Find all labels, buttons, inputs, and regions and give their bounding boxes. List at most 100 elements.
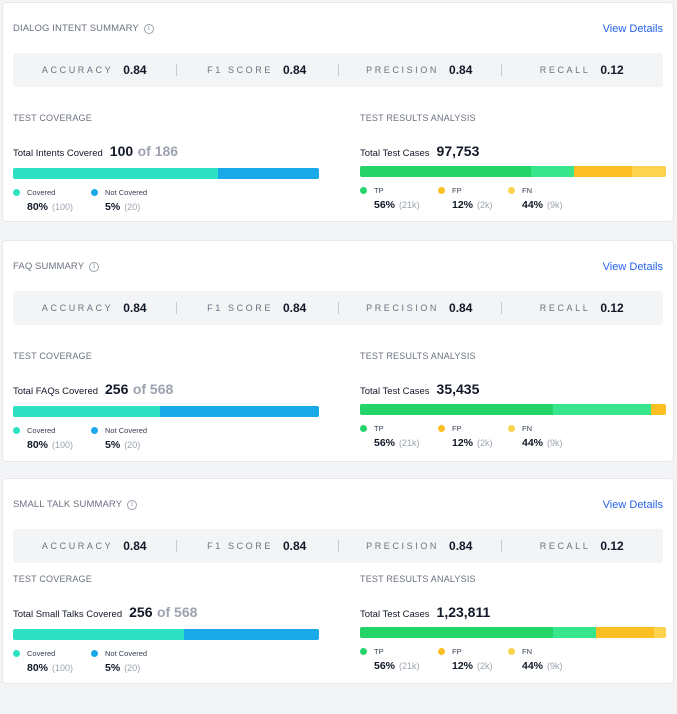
legend-value: 56% xyxy=(374,199,396,211)
legend-count: (9k) xyxy=(547,438,563,448)
legend-item-tp: TP 56% (21k) xyxy=(360,647,438,672)
legend-dot-icon xyxy=(13,427,20,434)
legend-dot-icon xyxy=(360,425,367,432)
metrics-strip: ACCURACY 0.84 F1 SCORE 0.84 PRECISION 0.84 REC… xyxy=(13,291,663,325)
metric-value: 0.84 xyxy=(449,63,473,77)
test-results-title: TEST RESULTS ANALYSIS xyxy=(360,574,476,584)
metric-value: 0.84 xyxy=(282,539,307,553)
legend-dot-icon xyxy=(438,648,445,655)
legend-item-not-covered: Not Covered 5% (20) xyxy=(91,649,181,674)
results-total-value: 97,753 xyxy=(436,143,480,159)
card-title-text: DIALOG INTENT SUMMARY xyxy=(13,23,139,34)
legend-item-tp: TP 56% (21k) xyxy=(360,424,438,449)
legend-value: 56% xyxy=(374,437,396,449)
legend-label: FP xyxy=(452,647,462,656)
metric-value: 0.12 xyxy=(600,63,624,77)
metric-label: ACCURACY xyxy=(41,303,114,313)
legend-item-covered: Covered 80% (100) xyxy=(13,426,91,451)
legend-label: FP xyxy=(452,424,462,433)
info-icon[interactable]: i xyxy=(89,261,100,272)
legend-item-covered: Covered 80% (100) xyxy=(13,188,91,213)
legend-value: 12% xyxy=(452,660,474,672)
test-coverage-title: TEST COVERAGE xyxy=(13,574,92,584)
metric-label: F1 SCORE xyxy=(207,65,273,75)
legend-label: FN xyxy=(522,186,532,195)
metric-recall: RECALL 0.12 xyxy=(501,63,664,77)
view-details-link[interactable]: View Details xyxy=(603,499,663,511)
metric-value: 0.84 xyxy=(282,63,307,77)
info-icon[interactable]: i xyxy=(127,499,138,510)
not-covered-segment xyxy=(159,406,319,417)
test-results-section: TEST RESULTS ANALYSIS Total Test Cases 3… xyxy=(360,351,666,449)
legend-count: (21k) xyxy=(399,661,420,671)
metric-value: 0.84 xyxy=(449,539,473,553)
legend-item-fp: FP 12% (2k) xyxy=(438,647,508,672)
legend-label: FN xyxy=(522,647,532,656)
metric-recall: RECALL 0.12 xyxy=(501,539,664,553)
metric-value: 0.84 xyxy=(123,63,147,77)
results-bar xyxy=(360,166,666,177)
legend-dot-icon xyxy=(438,187,445,194)
legend-count: (100) xyxy=(52,440,74,450)
covered-segment xyxy=(13,168,219,179)
legend-label: Not Covered xyxy=(105,426,148,435)
test-coverage-section: TEST COVERAGE Total Intents Covered 100 … xyxy=(13,113,319,213)
metric-value: 0.84 xyxy=(123,301,147,315)
view-details-link[interactable]: View Details xyxy=(603,23,663,35)
legend-count: (20) xyxy=(124,663,141,673)
legend-item-fn: FN 44% (9k) xyxy=(508,424,588,449)
legend-item-fn: FN 44% (9k) xyxy=(508,647,588,672)
card-title: SMALL TALK SUMMARY i xyxy=(13,499,138,510)
legend-label: Covered xyxy=(27,649,56,658)
metric-accuracy: ACCURACY 0.84 xyxy=(13,301,176,315)
metrics-strip: ACCURACY 0.84 F1 SCORE 0.84 PRECISION 0.84 REC… xyxy=(13,529,663,563)
card-title-text: FAQ SUMMARY xyxy=(13,261,85,272)
legend-value: 80% xyxy=(27,439,49,451)
legend-count: (20) xyxy=(124,440,141,450)
legend-value: 44% xyxy=(522,437,544,449)
legend-count: (2k) xyxy=(477,200,493,210)
summary-card-2: FAQ SUMMARY i View Details ACCURACY 0.84 F… xyxy=(2,240,674,462)
legend-count: (100) xyxy=(52,202,74,212)
tp-light-segment xyxy=(552,627,596,638)
coverage-bar xyxy=(13,629,319,640)
coverage-total-of: of 568 xyxy=(132,381,174,397)
metric-f1-score: F1 SCORE 0.84 xyxy=(176,63,339,77)
metric-value: 0.12 xyxy=(600,301,624,315)
test-coverage-title: TEST COVERAGE xyxy=(13,351,92,361)
metric-label: RECALL xyxy=(539,65,591,75)
view-details-link[interactable]: View Details xyxy=(603,261,663,273)
tp-segment xyxy=(360,627,553,638)
info-icon[interactable]: i xyxy=(143,23,154,34)
coverage-bar xyxy=(13,406,319,417)
coverage-total: Total Intents Covered 100 of 186 xyxy=(13,143,319,161)
legend-label: Covered xyxy=(27,426,56,435)
coverage-legend: Covered 80% (100) Not Covered 5% (20) xyxy=(13,649,319,674)
fn-segment xyxy=(632,166,666,177)
coverage-legend: Covered 80% (100) Not Covered 5% (20) xyxy=(13,188,319,213)
legend-value: 12% xyxy=(452,437,474,449)
legend-count: (21k) xyxy=(399,438,420,448)
test-results-section: TEST RESULTS ANALYSIS Total Test Cases 1… xyxy=(360,574,666,672)
coverage-total-of: of 568 xyxy=(156,604,198,620)
metric-f1-score: F1 SCORE 0.84 xyxy=(176,301,339,315)
results-total-label: Total Test Cases xyxy=(360,609,430,620)
tp-light-segment xyxy=(552,404,651,415)
legend-item-covered: Covered 80% (100) xyxy=(13,649,91,674)
metric-recall: RECALL 0.12 xyxy=(501,301,664,315)
card-title-text: SMALL TALK SUMMARY xyxy=(13,499,123,510)
legend-dot-icon xyxy=(91,189,98,196)
legend-label: Not Covered xyxy=(105,649,148,658)
metrics-strip: ACCURACY 0.84 F1 SCORE 0.84 PRECISION 0.84 REC… xyxy=(13,53,663,87)
summary-card-3: SMALL TALK SUMMARY i View Details ACCURA… xyxy=(2,478,674,684)
legend-count: (9k) xyxy=(547,200,563,210)
not-covered-segment xyxy=(184,629,319,640)
legend-value: 56% xyxy=(374,660,396,672)
legend-dot-icon xyxy=(91,650,98,657)
tp-segment xyxy=(360,166,532,177)
legend-label: Covered xyxy=(27,188,56,197)
results-total-label: Total Test Cases xyxy=(360,148,430,159)
results-total-label: Total Test Cases xyxy=(360,386,430,397)
legend-value: 5% xyxy=(105,662,121,674)
card-title: DIALOG INTENT SUMMARY i xyxy=(13,23,154,34)
